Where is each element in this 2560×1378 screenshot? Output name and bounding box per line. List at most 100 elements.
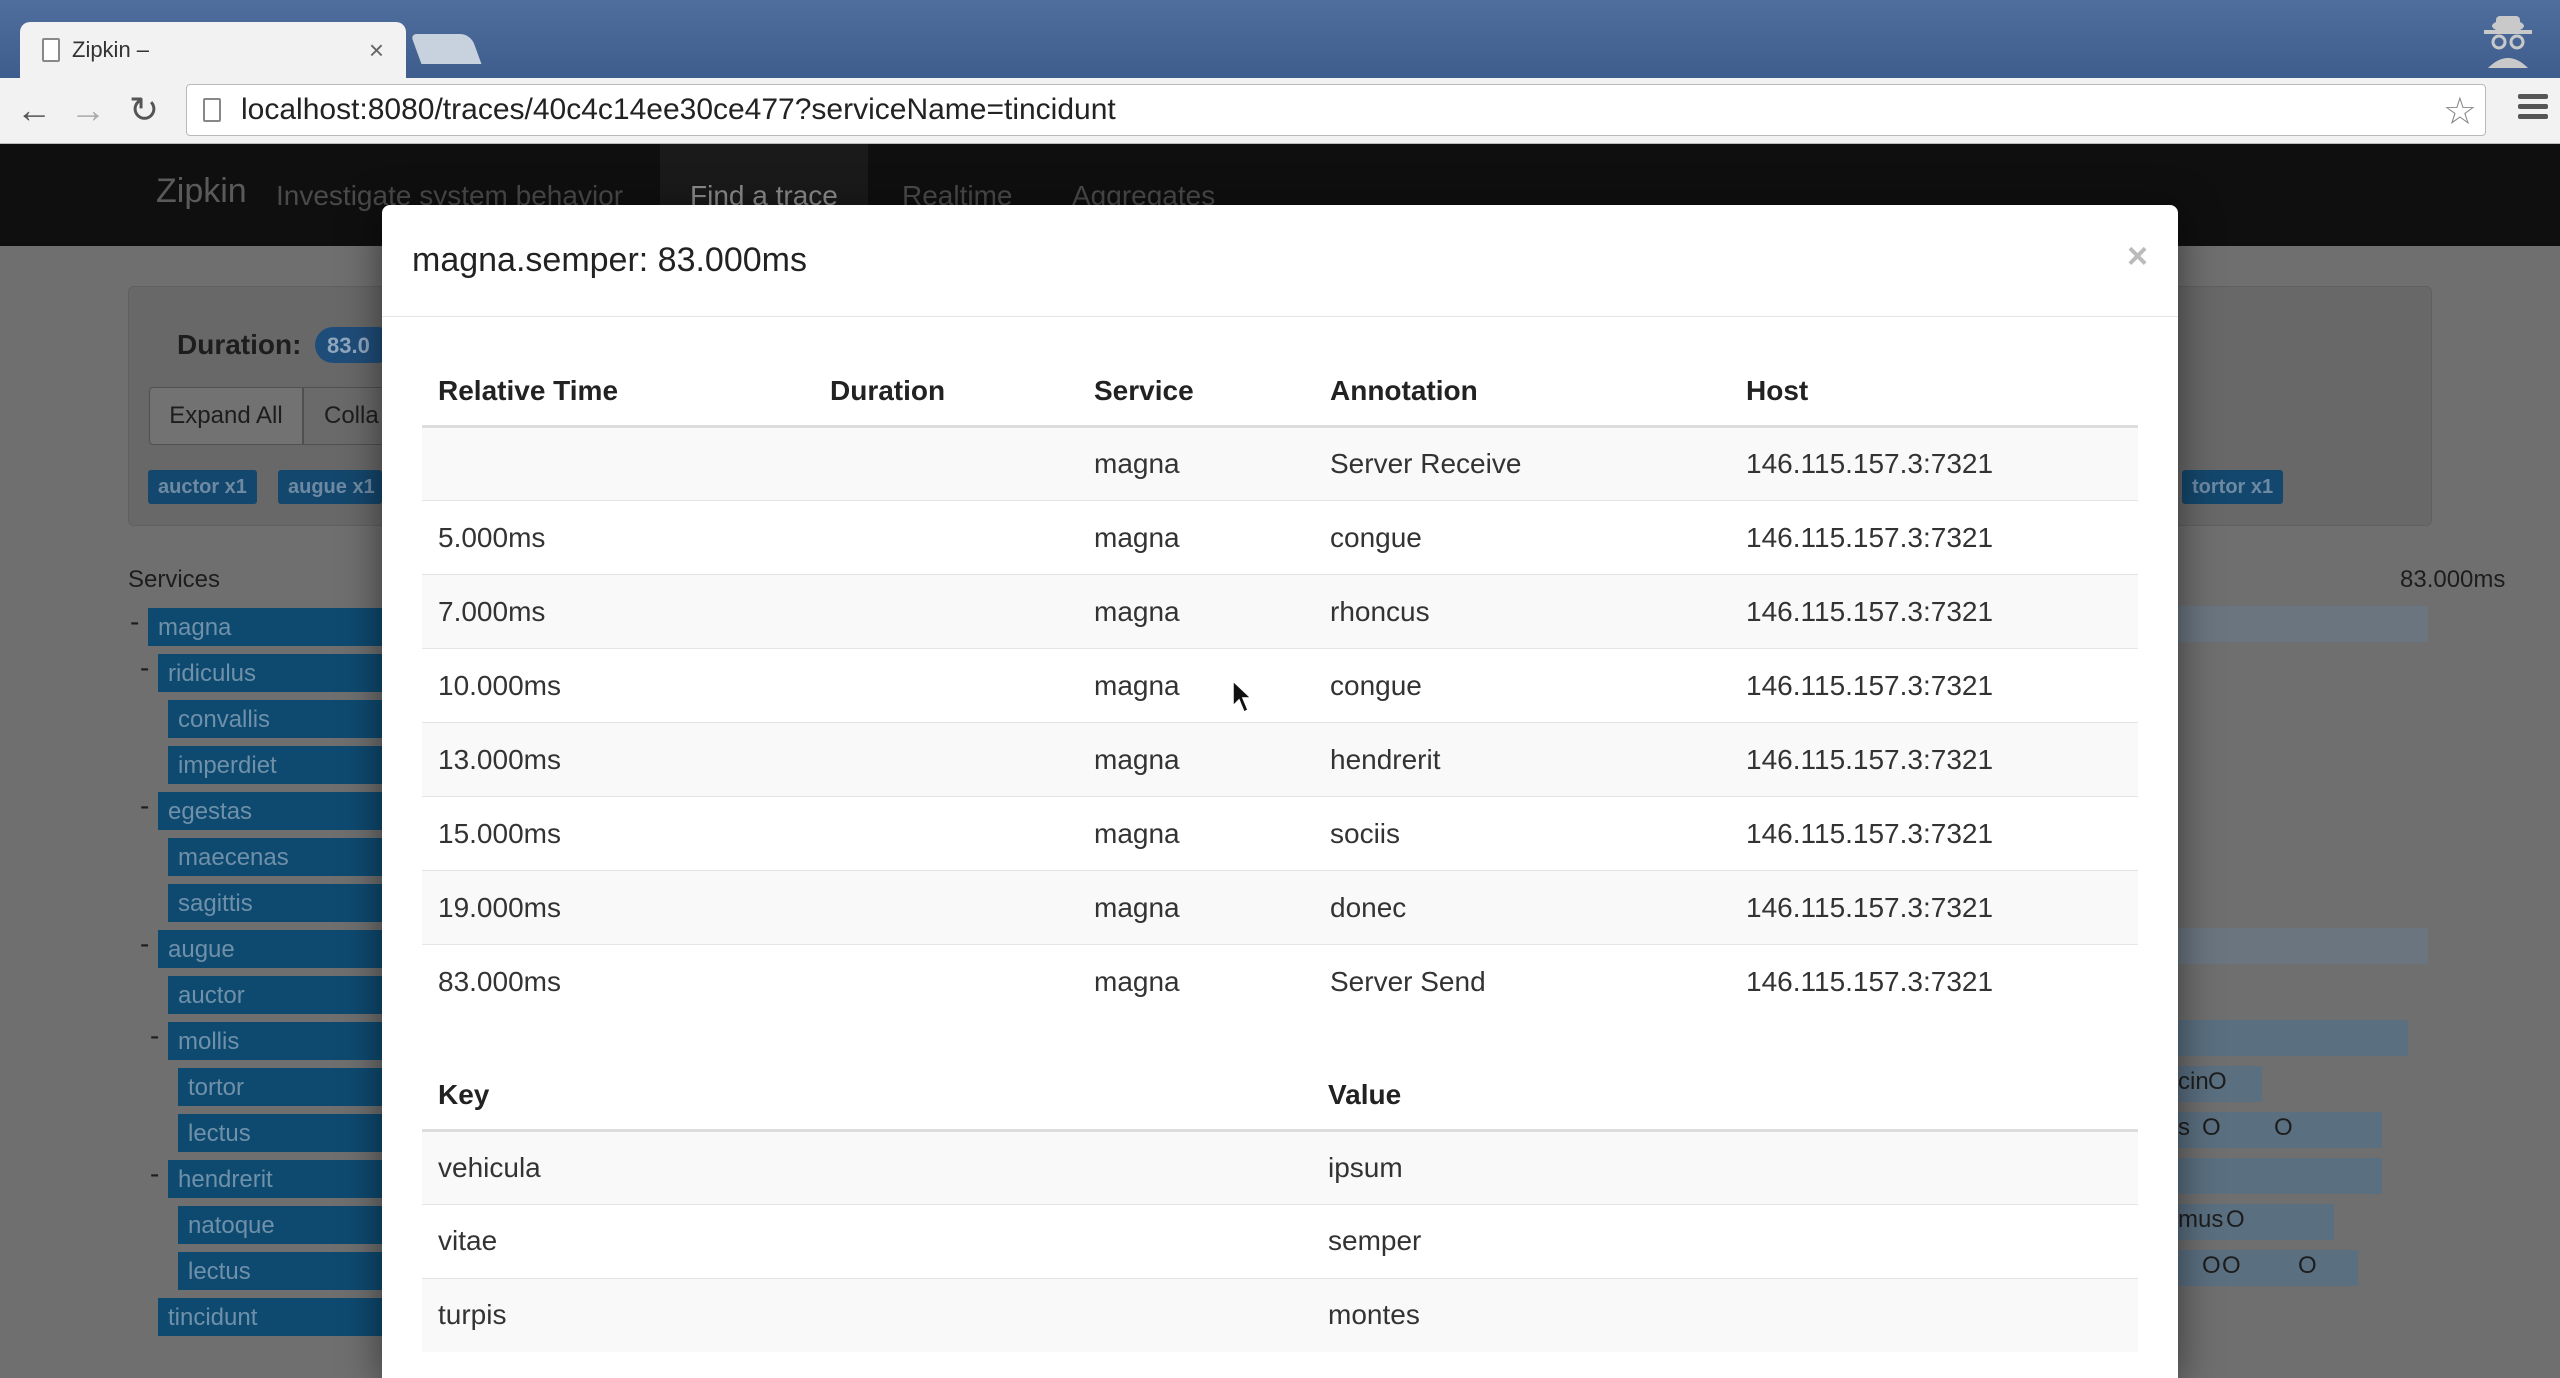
close-icon[interactable]: ×	[2127, 235, 2148, 277]
span-tree-item[interactable]: egestas	[158, 792, 382, 830]
table-cell: magna	[1078, 944, 1314, 1019]
table-cell: rhoncus	[1314, 574, 1730, 649]
annotation-marker[interactable]: O	[2208, 1068, 2227, 1096]
table-cell	[814, 500, 1078, 575]
table-row: 5.000ms magna congue 146.115.157.3:7321	[422, 500, 2138, 575]
span-tree-item[interactable]: auctor	[168, 976, 382, 1014]
service-badge-tortor[interactable]: tortor x1	[2182, 470, 2284, 504]
annotation-marker[interactable]: O	[2298, 1252, 2317, 1280]
timeline-bar[interactable]	[2178, 1020, 2408, 1056]
column-header: Duration	[814, 355, 1078, 428]
annotations-table: Relative Time Duration Service Annotation Ho…	[422, 355, 2138, 1019]
table-cell: 146.115.157.3:7321	[1730, 500, 2138, 575]
timeline-span-label: s	[2178, 1114, 2190, 1141]
table-row: 10.000ms magna congue 146.115.157.3:7321	[422, 648, 2138, 723]
collapse-toggle[interactable]: -	[140, 928, 149, 960]
reload-button[interactable]: ↻	[122, 88, 166, 132]
binary-annotations-table: Key Value vehicula ipsum vitae semper turpis m…	[422, 1058, 2138, 1352]
table-cell	[814, 426, 1078, 501]
modal-header: magna.semper: 83.000ms ×	[382, 205, 2178, 317]
table-cell: vehicula	[422, 1129, 1312, 1204]
forward-button[interactable]: →	[66, 88, 110, 132]
table-cell: ipsum	[1312, 1129, 2138, 1204]
table-cell: magna	[1078, 648, 1314, 723]
table-cell: vitae	[422, 1203, 1312, 1278]
column-header: Key	[422, 1058, 1312, 1132]
table-cell: donec	[1314, 870, 1730, 945]
table-cell: 19.000ms	[422, 870, 814, 945]
duration-label: Duration:	[177, 329, 302, 360]
timeline-bar[interactable]	[2178, 606, 2428, 642]
collapse-toggle[interactable]: -	[140, 652, 149, 684]
collapse-all-button[interactable]: Colla	[303, 387, 383, 445]
collapse-toggle[interactable]: -	[140, 790, 149, 822]
table-cell: 146.115.157.3:7321	[1730, 870, 2138, 945]
tab-close-icon[interactable]: ×	[369, 35, 384, 66]
annotation-marker[interactable]: O	[2222, 1252, 2241, 1280]
total-duration-label: 83.000ms	[2400, 566, 2506, 593]
timeline-span-label: cin	[2178, 1068, 2209, 1095]
annotation-marker[interactable]: O	[2202, 1114, 2221, 1142]
table-cell: 146.115.157.3:7321	[1730, 574, 2138, 649]
span-tree-item[interactable]: magna	[148, 608, 382, 646]
back-button[interactable]: ←	[12, 88, 56, 132]
span-tree-item[interactable]: hendrerit	[168, 1160, 382, 1198]
table-cell: 83.000ms	[422, 944, 814, 1019]
table-cell: magna	[1078, 500, 1314, 575]
span-tree-item[interactable]: augue	[158, 930, 382, 968]
tab-title: Zipkin –	[72, 37, 150, 62]
address-bar[interactable]: localhost:8080/traces/40c4c14ee30ce477?s…	[186, 84, 2486, 136]
modal-title: magna.semper: 83.000ms	[412, 241, 807, 279]
span-tree-item[interactable]: mollis	[168, 1022, 382, 1060]
browser-toolbar: ← → ↻ localhost:8080/traces/40c4c14ee30c…	[0, 78, 2560, 144]
table-cell: magna	[1078, 426, 1314, 501]
expand-all-button[interactable]: Expand All	[149, 387, 303, 445]
table-cell: magna	[1078, 796, 1314, 871]
collapse-toggle[interactable]: -	[150, 1158, 159, 1190]
span-tree-item[interactable]: ridiculus	[158, 654, 382, 692]
collapse-toggle[interactable]: -	[130, 606, 139, 638]
url-text[interactable]: localhost:8080/traces/40c4c14ee30ce477?s…	[241, 93, 1116, 127]
table-cell	[422, 426, 814, 501]
column-header: Relative Time	[422, 355, 814, 428]
timeline-bar[interactable]	[2178, 928, 2428, 964]
column-header: Host	[1730, 355, 2138, 428]
span-tree-item[interactable]: tincidunt	[158, 1298, 382, 1336]
span-tree-item[interactable]: imperdiet	[168, 746, 382, 784]
page-icon	[203, 98, 221, 122]
table-cell	[814, 722, 1078, 797]
span-tree-item[interactable]: lectus	[178, 1114, 382, 1152]
table-cell	[814, 870, 1078, 945]
annotation-marker[interactable]: O	[2202, 1252, 2221, 1280]
column-header: Value	[1312, 1058, 2138, 1132]
table-cell: congue	[1314, 500, 1730, 575]
table-cell: 146.115.157.3:7321	[1730, 722, 2138, 797]
table-cell: Server Send	[1314, 944, 1730, 1019]
table-cell: magna	[1078, 722, 1314, 797]
span-tree-item[interactable]: tortor	[178, 1068, 382, 1106]
brand-logo[interactable]: Zipkin	[156, 172, 247, 211]
bookmark-star-icon[interactable]: ☆	[2443, 89, 2477, 134]
span-tree-item[interactable]: convallis	[168, 700, 382, 738]
timeline-bar[interactable]	[2178, 1158, 2382, 1194]
service-badge-augue[interactable]: augue x1	[278, 470, 382, 504]
table-cell: 146.115.157.3:7321	[1730, 796, 2138, 871]
span-tree-item[interactable]: natoque	[178, 1206, 382, 1244]
annotation-marker[interactable]: O	[2274, 1114, 2293, 1142]
annotation-marker[interactable]: O	[2226, 1206, 2245, 1234]
services-header: Services	[128, 566, 221, 593]
new-tab-button[interactable]	[410, 34, 482, 64]
table-row: 13.000ms magna hendrerit 146.115.157.3:7321	[422, 722, 2138, 797]
span-tree-item[interactable]: sagittis	[168, 884, 382, 922]
browser-menu-icon[interactable]	[2518, 94, 2548, 124]
service-badge-auctor[interactable]: auctor x1	[148, 470, 257, 504]
span-tree-item[interactable]: lectus	[178, 1252, 382, 1290]
table-cell: montes	[1312, 1277, 2138, 1352]
span-tree-item[interactable]: maecenas	[168, 838, 382, 876]
table-cell: 7.000ms	[422, 574, 814, 649]
incognito-icon	[2484, 16, 2532, 68]
timeline-span-label: mus	[2178, 1206, 2224, 1233]
table-cell	[814, 944, 1078, 1019]
browser-tab[interactable]: Zipkin – ×	[20, 22, 406, 78]
collapse-toggle[interactable]: -	[150, 1020, 159, 1052]
